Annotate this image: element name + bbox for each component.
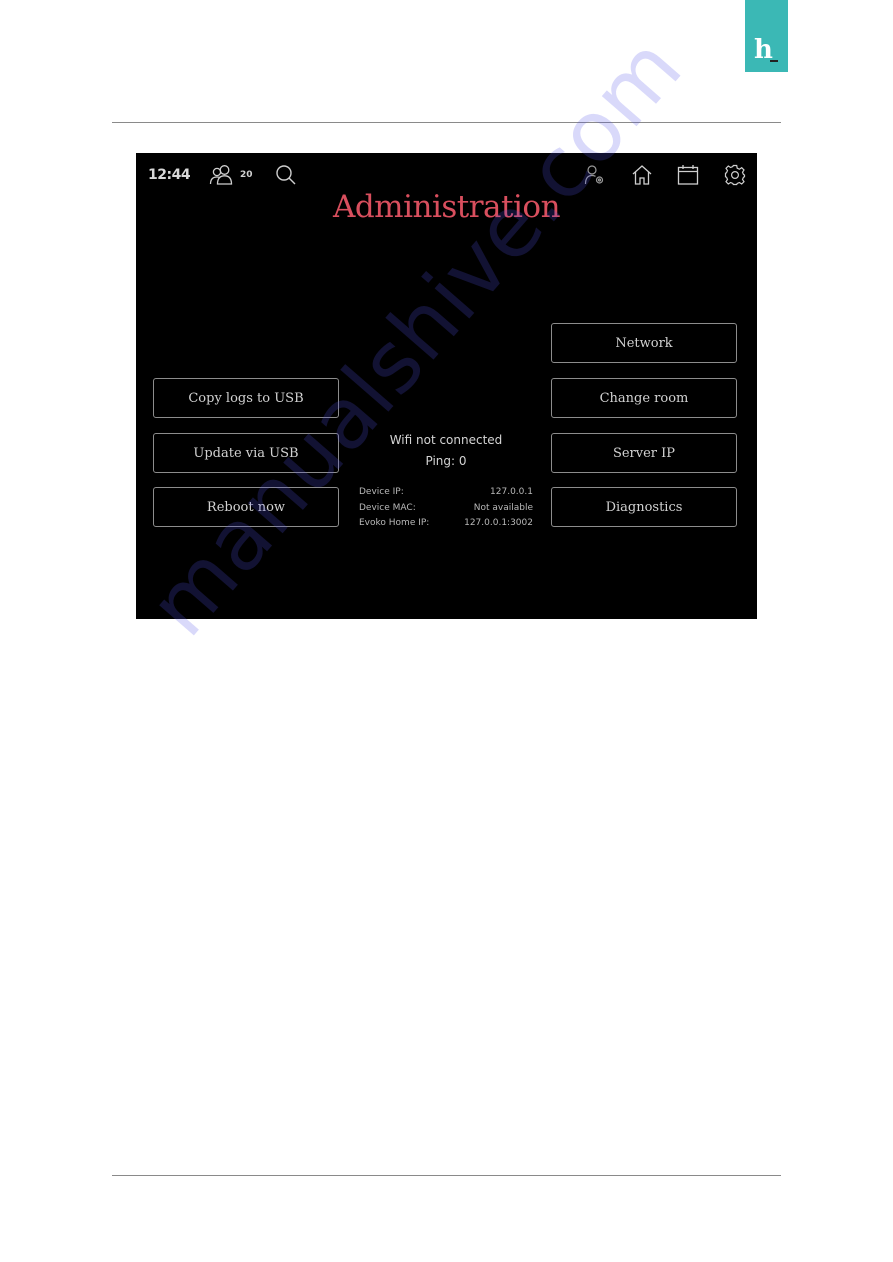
- people-count: 20: [240, 170, 253, 180]
- reboot-now-button[interactable]: Reboot now: [153, 487, 339, 527]
- search-icon[interactable]: [275, 164, 297, 186]
- info-row-device-mac: Device MAC: Not available: [359, 501, 533, 517]
- info-label: Device IP:: [359, 487, 404, 497]
- network-button[interactable]: Network: [551, 323, 737, 363]
- logo-underscore: [770, 60, 778, 62]
- footer-rule: [112, 1175, 781, 1176]
- device-screen: 12:44 20 Administration Copy logs to USB…: [136, 153, 757, 619]
- diagnostics-button[interactable]: Diagnostics: [551, 487, 737, 527]
- admin-user-icon[interactable]: [584, 164, 606, 186]
- home-icon[interactable]: [631, 164, 653, 186]
- calendar-icon[interactable]: [677, 164, 699, 186]
- info-value: 127.0.0.1:3002: [464, 518, 533, 528]
- settings-icon[interactable]: [724, 164, 746, 186]
- page-title: Administration: [332, 189, 561, 225]
- info-row-device-ip: Device IP: 127.0.0.1: [359, 485, 533, 501]
- clock: 12:44: [148, 167, 191, 183]
- header-rule: [112, 122, 781, 123]
- brand-logo: h: [745, 0, 788, 72]
- update-via-usb-button[interactable]: Update via USB: [153, 433, 339, 473]
- info-value: Not available: [473, 502, 533, 513]
- wifi-status: Wifi not connected: [389, 433, 503, 447]
- device-info: Device IP: 127.0.0.1 Device MAC: Not ava…: [359, 485, 533, 532]
- info-row-evoko-home-ip: Evoko Home IP: 127.0.0.1:3002: [359, 516, 533, 532]
- info-label: Evoko Home IP:: [359, 518, 430, 528]
- people-icon[interactable]: [209, 164, 235, 186]
- info-value: 127.0.0.1: [490, 487, 533, 497]
- change-room-button[interactable]: Change room: [551, 378, 737, 418]
- server-ip-button[interactable]: Server IP: [551, 433, 737, 473]
- ping-status: Ping: 0: [425, 454, 467, 468]
- info-label: Device MAC:: [359, 502, 416, 513]
- copy-logs-to-usb-button[interactable]: Copy logs to USB: [153, 378, 339, 418]
